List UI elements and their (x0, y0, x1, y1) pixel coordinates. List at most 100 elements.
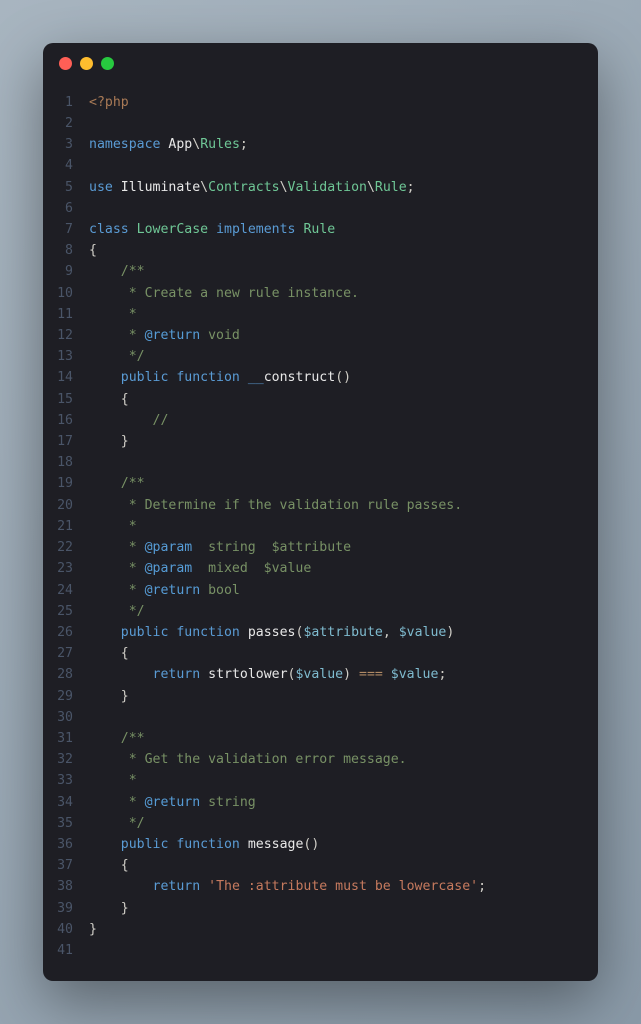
code-content: public function message() (89, 834, 319, 855)
code-line: 8{ (43, 240, 598, 261)
code-content: * (89, 516, 137, 537)
token-comment: */ (89, 349, 145, 364)
code-line: 13 */ (43, 346, 598, 367)
token-comment: * (89, 773, 137, 788)
code-line: 24 * @return bool (43, 580, 598, 601)
line-number: 13 (43, 346, 89, 367)
token-kw: return (153, 879, 201, 894)
line-number: 40 (43, 919, 89, 940)
code-content: { (89, 389, 129, 410)
token-punct: } (89, 434, 129, 449)
code-content: */ (89, 346, 145, 367)
line-number: 24 (43, 580, 89, 601)
token-punct: { (89, 243, 97, 258)
code-line: 18 (43, 452, 598, 473)
token-ns (240, 625, 248, 640)
token-kw: use (89, 180, 113, 195)
token-comment: * (89, 540, 145, 555)
code-content: public function __construct() (89, 367, 351, 388)
token-punct: { (89, 858, 129, 873)
code-line: 27 { (43, 643, 598, 664)
code-line: 20 * Determine if the validation rule pa… (43, 495, 598, 516)
line-number: 30 (43, 707, 89, 728)
token-doctag: @return (145, 795, 201, 810)
code-line: 12 * @return void (43, 325, 598, 346)
minimize-icon[interactable] (80, 57, 93, 70)
code-line: 1<?php (43, 92, 598, 113)
token-cls: Rules (200, 137, 240, 152)
titlebar (43, 43, 598, 84)
token-kw: public (121, 837, 169, 852)
code-line: 7class LowerCase implements Rule (43, 219, 598, 240)
code-line: 31 /** (43, 728, 598, 749)
code-line: 41 (43, 940, 598, 961)
token-kw: public (121, 625, 169, 640)
line-number: 28 (43, 664, 89, 685)
code-content: class LowerCase implements Rule (89, 219, 335, 240)
token-comment: /** (89, 731, 145, 746)
code-content: return 'The :attribute must be lowercase… (89, 876, 486, 897)
code-content: return strtolower($value) === $value; (89, 664, 446, 685)
line-number: 12 (43, 325, 89, 346)
token-kw: class (89, 222, 129, 237)
token-ns (89, 667, 153, 682)
line-number: 22 (43, 537, 89, 558)
token-punct (383, 667, 391, 682)
code-content: * @return string (89, 792, 256, 813)
line-number: 9 (43, 261, 89, 282)
token-punct: ; (407, 180, 415, 195)
token-comment: /** (89, 476, 145, 491)
token-fn: strtolower (208, 667, 287, 682)
token-comment: void (200, 328, 240, 343)
token-doctag: @param (145, 561, 193, 576)
token-punct: \ (192, 137, 200, 152)
token-fn: message (248, 837, 304, 852)
token-comment: */ (89, 604, 145, 619)
code-line: 14 public function __construct() (43, 367, 598, 388)
code-line: 26 public function passes($attribute, $v… (43, 622, 598, 643)
code-content: * Create a new rule instance. (89, 283, 359, 304)
code-line: 38 return 'The :attribute must be lowerc… (43, 876, 598, 897)
code-content: use Illuminate\Contracts\Validation\Rule… (89, 177, 415, 198)
code-content: } (89, 898, 129, 919)
token-fn: passes (248, 625, 296, 640)
line-number: 15 (43, 389, 89, 410)
line-number: 11 (43, 304, 89, 325)
code-line: 29 } (43, 686, 598, 707)
token-str: 'The :attribute must be lowercase' (208, 879, 478, 894)
token-kw: function (176, 370, 240, 385)
token-punct: () (335, 370, 351, 385)
token-comment: * Determine if the validation rule passe… (89, 498, 462, 513)
token-cls: Validation (288, 180, 367, 195)
code-content: } (89, 919, 97, 940)
code-line: 35 */ (43, 813, 598, 834)
token-comment: /** (89, 264, 145, 279)
token-ns (89, 625, 121, 640)
code-content: * @return bool (89, 580, 240, 601)
code-line: 6 (43, 198, 598, 219)
token-punct: { (89, 392, 129, 407)
token-doctag: @return (145, 583, 201, 598)
code-content: { (89, 643, 129, 664)
token-kw: return (153, 667, 201, 682)
line-number: 36 (43, 834, 89, 855)
code-line: 19 /** (43, 473, 598, 494)
code-content: * Determine if the validation rule passe… (89, 495, 462, 516)
close-icon[interactable] (59, 57, 72, 70)
code-line: 34 * @return string (43, 792, 598, 813)
code-line: 15 { (43, 389, 598, 410)
token-comment: * (89, 561, 145, 576)
token-comment: */ (89, 816, 145, 831)
maximize-icon[interactable] (101, 57, 114, 70)
token-comment: * (89, 583, 145, 598)
token-punct: } (89, 922, 97, 937)
code-content: { (89, 240, 97, 261)
line-number: 2 (43, 113, 89, 134)
token-comment: // (89, 413, 168, 428)
code-line: 21 * (43, 516, 598, 537)
line-number: 39 (43, 898, 89, 919)
line-number: 32 (43, 749, 89, 770)
token-punct: } (89, 689, 129, 704)
line-number: 37 (43, 855, 89, 876)
token-comment: * (89, 519, 137, 534)
